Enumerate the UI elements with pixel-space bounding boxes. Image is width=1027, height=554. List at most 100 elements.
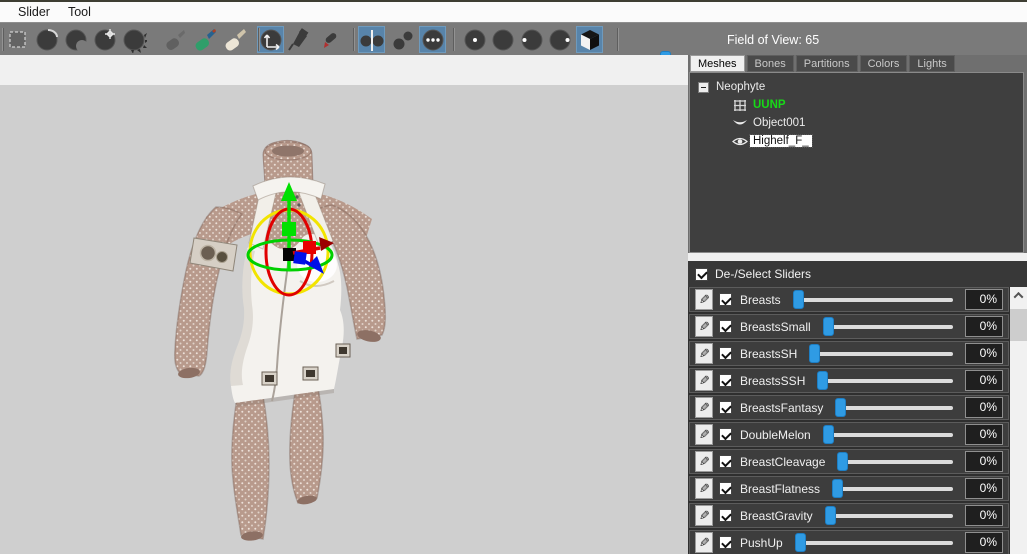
pin-tool-icon[interactable] xyxy=(285,26,312,53)
circle-dot-left-icon[interactable] xyxy=(518,26,545,53)
scrollbar-up-arrow-icon[interactable] xyxy=(1010,287,1027,304)
edit-slider-button[interactable]: ✎ xyxy=(695,424,713,445)
move-brush-icon[interactable] xyxy=(91,26,118,53)
mirror-toggle-icon[interactable] xyxy=(358,26,385,53)
smooth-brush-icon[interactable] xyxy=(120,26,147,53)
slider-track[interactable] xyxy=(834,487,953,491)
mask-brush-icon[interactable] xyxy=(161,26,188,53)
slider-value: 0% xyxy=(965,397,1003,418)
slider-checkbox[interactable] xyxy=(719,509,732,522)
circle-plain-icon[interactable] xyxy=(489,26,516,53)
viewport-3d[interactable] xyxy=(0,55,688,554)
edit-slider-button[interactable]: ✎ xyxy=(695,397,713,418)
slider-row: ✎DoubleMelon0% xyxy=(689,422,1009,447)
menu-slider[interactable]: Slider xyxy=(13,5,55,19)
edit-slider-button[interactable]: ✎ xyxy=(695,505,713,526)
pencil-icon: ✎ xyxy=(699,347,710,360)
slider-checkbox[interactable] xyxy=(719,401,732,414)
vertex-pen-icon[interactable] xyxy=(316,26,343,53)
slider-value: 0% xyxy=(965,316,1003,337)
slider-label: BreastsSmall xyxy=(740,320,811,334)
slider-checkbox[interactable] xyxy=(719,374,732,387)
slider-value: 0% xyxy=(965,289,1003,310)
slider-thumb[interactable] xyxy=(793,290,804,309)
slider-list-scrollbar[interactable] xyxy=(1010,287,1027,554)
slider-thumb[interactable] xyxy=(795,533,806,552)
slider-thumb[interactable] xyxy=(832,479,843,498)
slider-track[interactable] xyxy=(837,406,953,410)
edit-slider-button[interactable]: ✎ xyxy=(695,451,713,472)
slider-value: 0% xyxy=(965,532,1003,553)
slider-label: BreastCleavage xyxy=(740,455,825,469)
slider-value: 0% xyxy=(965,424,1003,445)
circle-dot-right-icon[interactable] xyxy=(546,26,573,53)
right-panel: MeshesBonesPartitionsColorsLights Neophy… xyxy=(688,55,1027,554)
panel-divider xyxy=(688,253,1027,261)
slider-checkbox[interactable] xyxy=(719,347,732,360)
slider-thumb[interactable] xyxy=(835,398,846,417)
tab-lights[interactable]: Lights xyxy=(909,55,954,72)
tree-item-highelf_f_[interactable]: Highelf_F_ xyxy=(732,133,812,149)
slider-thumb[interactable] xyxy=(823,317,834,336)
slider-checkbox[interactable] xyxy=(719,428,732,441)
edit-slider-button[interactable]: ✎ xyxy=(695,532,713,553)
tab-colors[interactable]: Colors xyxy=(860,55,908,72)
slider-track[interactable] xyxy=(795,298,953,302)
slider-track[interactable] xyxy=(839,460,953,464)
viewport-canvas[interactable] xyxy=(0,85,688,554)
slider-checkbox[interactable] xyxy=(719,293,732,306)
edit-slider-button[interactable]: ✎ xyxy=(695,289,713,310)
outfit-studio-window: Slider Tool Field of View: 65 xyxy=(0,0,1027,554)
tree-item-root[interactable]: Neophyte xyxy=(698,79,768,95)
mesh-grid-icon xyxy=(732,98,748,112)
slider-checkbox[interactable] xyxy=(719,536,732,549)
toolbar: Field of View: 65 xyxy=(0,22,1027,55)
edit-slider-button[interactable]: ✎ xyxy=(695,316,713,337)
slider-row: ✎BreastCleavage0% xyxy=(689,449,1009,474)
inflate-brush-icon[interactable] xyxy=(33,26,60,53)
transform-tool-icon[interactable] xyxy=(257,26,284,53)
rect-select-icon[interactable] xyxy=(4,26,31,53)
collapse-icon[interactable] xyxy=(698,82,709,93)
perspective-cube-icon[interactable] xyxy=(576,26,603,53)
edit-slider-button[interactable]: ✎ xyxy=(695,343,713,364)
slider-thumb[interactable] xyxy=(823,425,834,444)
tree-item-label: UUNP xyxy=(750,99,789,111)
slider-track[interactable] xyxy=(819,379,953,383)
weld-vertices-icon[interactable] xyxy=(389,26,416,53)
slider-track[interactable] xyxy=(811,352,953,356)
slider-track[interactable] xyxy=(825,433,953,437)
tree-item-uunp[interactable]: UUNP xyxy=(732,97,789,113)
slider-checkbox[interactable] xyxy=(719,455,732,468)
circle-dot-center-icon[interactable] xyxy=(461,26,488,53)
slider-label: PushUp xyxy=(740,536,783,550)
edit-slider-button[interactable]: ✎ xyxy=(695,370,713,391)
gizmo-handle-y xyxy=(282,222,296,236)
tab-meshes[interactable]: Meshes xyxy=(690,55,745,72)
slider-label: BreastsSSH xyxy=(740,374,805,388)
tree-item-object001[interactable]: Object001 xyxy=(732,115,808,131)
slider-thumb[interactable] xyxy=(809,344,820,363)
scrollbar-thumb[interactable] xyxy=(1010,309,1027,341)
deflate-brush-icon[interactable] xyxy=(62,26,89,53)
pencil-icon: ✎ xyxy=(699,374,710,387)
slider-checkbox[interactable] xyxy=(719,320,732,333)
weight-brush-icon[interactable] xyxy=(191,26,218,53)
alpha-brush-icon[interactable] xyxy=(221,26,248,53)
tab-bones[interactable]: Bones xyxy=(747,55,794,72)
viewport-top-strip xyxy=(0,55,688,85)
slider-value: 0% xyxy=(965,343,1003,364)
slider-checkbox[interactable] xyxy=(719,482,732,495)
deselect-sliders-checkbox[interactable] xyxy=(695,268,708,281)
slider-thumb[interactable] xyxy=(817,371,828,390)
edit-slider-button[interactable]: ✎ xyxy=(695,478,713,499)
slider-thumb[interactable] xyxy=(825,506,836,525)
slider-track[interactable] xyxy=(797,541,953,545)
menu-tool[interactable]: Tool xyxy=(63,5,96,19)
slider-thumb[interactable] xyxy=(837,452,848,471)
gizmo-handle-x xyxy=(303,241,316,254)
slider-track[interactable] xyxy=(827,514,953,518)
slider-track[interactable] xyxy=(825,325,953,329)
tab-partitions[interactable]: Partitions xyxy=(796,55,858,72)
vertex-mode-icon[interactable] xyxy=(419,26,446,53)
